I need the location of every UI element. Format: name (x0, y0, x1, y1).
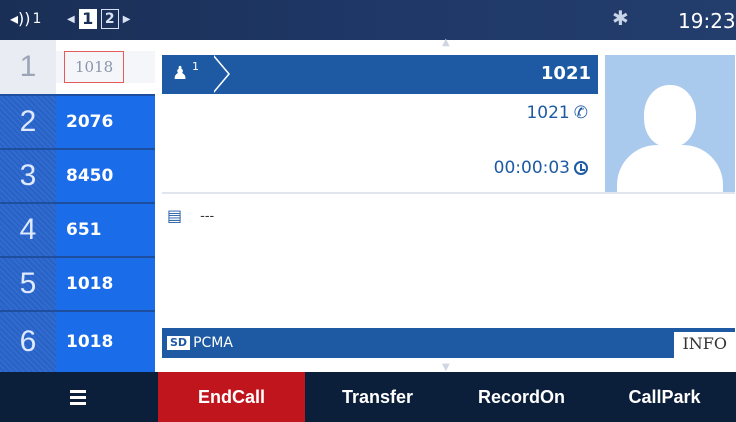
sd-quality-badge: SD (167, 336, 191, 350)
call-duration: 00:00:03 (493, 158, 570, 178)
page-1[interactable]: 1 (78, 9, 97, 29)
page-2[interactable]: 2 (100, 9, 119, 29)
line-key-5[interactable]: 5 1018 (0, 256, 155, 310)
line-key-label: 651 (56, 204, 155, 256)
end-call-button[interactable]: EndCall (158, 372, 305, 422)
line-key-index: 4 (0, 204, 56, 256)
page-switcher[interactable]: ◀ 1 2 ▶ (67, 9, 130, 29)
call-park-button[interactable]: CallPark (593, 372, 736, 422)
status-bar: ◂)) 1 ◀ 1 2 ▶ ✱ 19:23 (0, 0, 736, 40)
clock: 19:23 (678, 9, 736, 33)
line-key-label: 1018 (56, 258, 155, 310)
page-prev-icon[interactable]: ◀ (67, 14, 75, 25)
remote-number: 1021 (526, 103, 570, 123)
slot-arrow-fill (212, 55, 228, 93)
line-key-index: 5 (0, 258, 56, 310)
codec-label: PCMA (193, 335, 233, 351)
avatar-body (617, 145, 723, 192)
codec-bar: SD PCMA INFO (162, 328, 735, 358)
line-key-6[interactable]: 6 1018 (0, 310, 155, 372)
avatar-head (644, 85, 696, 147)
line-key-label: 1018 (56, 51, 155, 83)
contact-note-text: --- (200, 208, 215, 224)
phone-icon: ✆ (573, 103, 588, 123)
scroll-up-icon[interactable]: ▲ (442, 37, 450, 48)
line-key-label: 8450 (56, 150, 155, 202)
call-duration-row: 00:00:03 (494, 158, 588, 178)
line-key-3[interactable]: 3 8450 (0, 148, 155, 202)
line-key-index: 3 (0, 150, 56, 202)
call-panel: ▲ ♟ 1 1021 1021 ✆ 00:00:03 ▤ --- SD PCMA… (155, 37, 736, 373)
contact-note: ▤ --- (167, 208, 214, 224)
line-key-index: 2 (0, 96, 56, 148)
line-key-index: 1 (0, 40, 56, 94)
line-key-label-text: 1018 (64, 51, 125, 83)
volume-indicator: ◂)) 1 (10, 9, 41, 29)
line-key-2[interactable]: 2 2076 (0, 94, 155, 148)
call-info: 1021 ✆ 00:00:03 (162, 94, 598, 192)
volume-level: 1 (32, 11, 42, 27)
clock-icon (574, 161, 588, 175)
line-key-4[interactable]: 4 651 (0, 202, 155, 256)
bluetooth-icon: ✱ (612, 6, 629, 30)
transfer-button[interactable]: Transfer (305, 372, 450, 422)
divider (162, 192, 735, 194)
info-button[interactable]: INFO (674, 332, 735, 358)
remote-name: 1021 (540, 63, 591, 84)
speaker-icon: ◂)) (10, 9, 31, 28)
softkey-bar: EndCall Transfer RecordOn CallPark (0, 372, 736, 422)
page-next-icon[interactable]: ▶ (123, 14, 131, 25)
line-key-1[interactable]: 1 1018 (0, 40, 155, 94)
line-key-index: 6 (0, 312, 56, 372)
remote-number-row: 1021 ✆ (526, 103, 588, 123)
record-on-button[interactable]: RecordOn (450, 372, 593, 422)
line-keys: 1 1018 2 2076 3 8450 4 651 5 1018 6 1018 (0, 40, 155, 372)
menu-button[interactable] (0, 372, 155, 422)
avatar (605, 55, 735, 192)
menu-icon (69, 389, 86, 405)
contact-card-icon: ▤ (167, 206, 183, 225)
call-slot-number: 1 (192, 60, 199, 73)
phone-screen: ◂)) 1 ◀ 1 2 ▶ ✱ 19:23 1 1018 2 2076 3 84… (0, 0, 736, 422)
line-key-label: 1018 (56, 312, 155, 372)
line-key-label: 2076 (56, 96, 155, 148)
call-header[interactable]: ♟ 1 1021 (162, 55, 598, 94)
user-icon: ♟ (172, 63, 189, 84)
